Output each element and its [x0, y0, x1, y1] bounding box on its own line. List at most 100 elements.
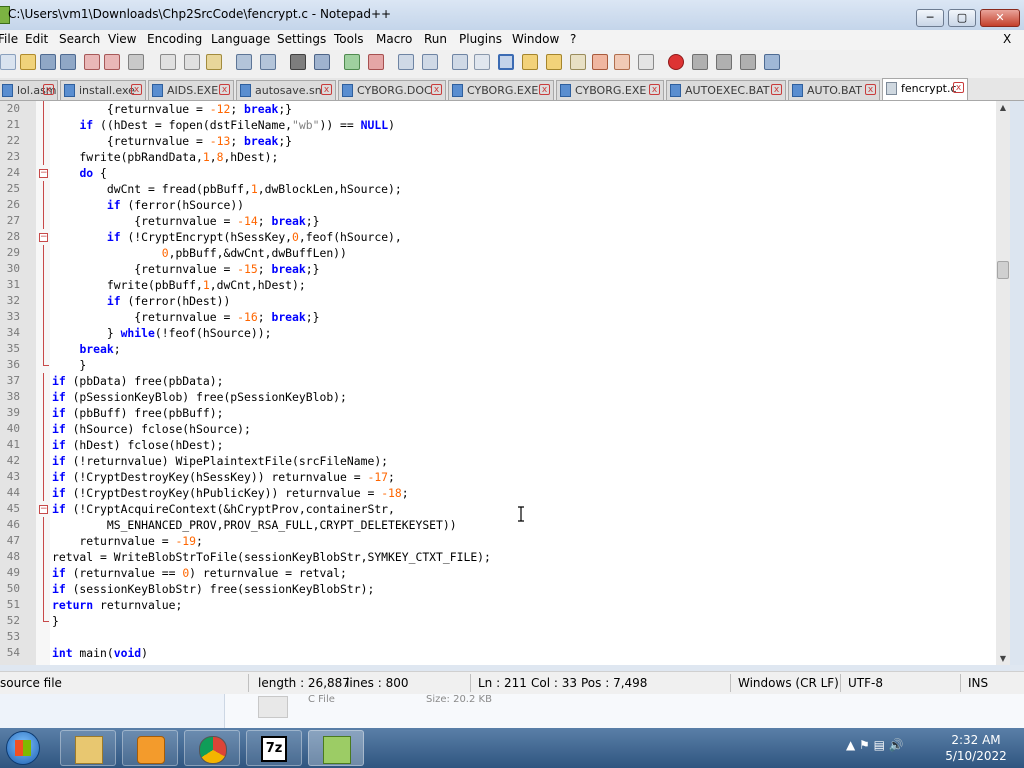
code-line[interactable]: 52}: [0, 613, 996, 629]
minimize-button[interactable]: ─: [916, 9, 944, 27]
code-line[interactable]: 29 0,pbBuff,&dwCnt,dwBuffLen)): [0, 245, 996, 261]
tab-close-icon[interactable]: x: [953, 82, 964, 93]
menu-settings[interactable]: Settings: [277, 32, 326, 46]
tab-lol-asm[interactable]: lol.asm x: [0, 80, 58, 100]
scroll-down-icon[interactable]: ▼: [996, 654, 1010, 663]
save-all-icon[interactable]: [60, 54, 76, 70]
close-button[interactable]: ✕: [980, 9, 1020, 27]
tab-close-icon[interactable]: x: [219, 84, 230, 95]
code-line[interactable]: 28 − if (!CryptEncrypt(hSessKey,0,feof(hS…: [0, 229, 996, 245]
menu-file[interactable]: File: [0, 32, 18, 46]
menu-view[interactable]: View: [108, 32, 136, 46]
taskbar-chrome[interactable]: [184, 730, 240, 766]
code-line[interactable]: 42 if (!returnvalue) WipePlaintextFile(sr…: [0, 453, 996, 469]
code-line[interactable]: 49 if (returnvalue == 0) returnvalue = re…: [0, 565, 996, 581]
system-tray[interactable]: ▲ ⚑ ▤ 🔊: [846, 738, 904, 752]
code-line[interactable]: 48 retval = WriteBlobStrToFile(sessionKey…: [0, 549, 996, 565]
taskbar-7zip[interactable]: 7z: [246, 730, 302, 766]
code-line[interactable]: 54 int main(void): [0, 645, 996, 661]
close-all-icon[interactable]: [104, 54, 120, 70]
redo-icon[interactable]: [260, 54, 276, 70]
code-line[interactable]: 47 returnvalue = -19;: [0, 533, 996, 549]
code-line[interactable]: 41 if (hDest) fclose(hDest);: [0, 437, 996, 453]
code-line[interactable]: 53: [0, 629, 996, 645]
code-line[interactable]: 23 fwrite(pbRandData,1,8,hDest);: [0, 149, 996, 165]
folder-icon[interactable]: [614, 54, 630, 70]
indent-guide-icon[interactable]: [498, 54, 514, 70]
print-icon[interactable]: [128, 54, 144, 70]
status-insert-mode[interactable]: INS: [968, 676, 988, 690]
find-icon[interactable]: [290, 54, 306, 70]
sync-horizontal-icon[interactable]: [422, 54, 438, 70]
close-document-button[interactable]: X: [1003, 32, 1011, 46]
tab-close-icon[interactable]: x: [865, 84, 876, 95]
taskbar-media-player[interactable]: [122, 730, 178, 766]
code-line[interactable]: 39 if (pbBuff) free(pbBuff);: [0, 405, 996, 421]
new-file-icon[interactable]: [0, 54, 16, 70]
save-icon[interactable]: [40, 54, 56, 70]
open-file-icon[interactable]: [20, 54, 36, 70]
paste-icon[interactable]: [206, 54, 222, 70]
tab-fencrypt-c[interactable]: fencrypt.c x: [882, 78, 968, 100]
show-hidden-icons-icon[interactable]: ▲: [846, 738, 855, 752]
menu-run[interactable]: Run: [424, 32, 447, 46]
scroll-up-icon[interactable]: ▲: [996, 103, 1010, 112]
code-line[interactable]: 44 if (!CryptDestroyKey(hPublicKey)) retu…: [0, 485, 996, 501]
start-button[interactable]: [6, 731, 40, 765]
tab-cyborg-exe-2[interactable]: CYBORG.EXE x: [556, 80, 664, 100]
zoom-out-icon[interactable]: [368, 54, 384, 70]
taskbar-notepadpp[interactable]: [308, 730, 364, 766]
code-line[interactable]: 46 MS_ENHANCED_PROV,PROV_RSA_FULL,CRYPT_…: [0, 517, 996, 533]
code-line[interactable]: 33 {returnvalue = -16; break;}: [0, 309, 996, 325]
close-file-icon[interactable]: [84, 54, 100, 70]
code-line[interactable]: 36 }: [0, 357, 996, 373]
code-line[interactable]: 31 fwrite(pbBuff,1,dwCnt,hDest);: [0, 277, 996, 293]
fold-toggle-icon[interactable]: −: [39, 505, 48, 514]
tab-close-icon[interactable]: x: [431, 84, 442, 95]
tab-install-exe[interactable]: install.exe x: [60, 80, 146, 100]
code-line[interactable]: 26 if (ferror(hSource)): [0, 197, 996, 213]
code-line[interactable]: 50 if (sessionKeyBlobStr) free(sessionKey…: [0, 581, 996, 597]
tab-autosave-sn[interactable]: autosave.sn x: [236, 80, 336, 100]
maximize-button[interactable]: ▢: [948, 9, 976, 27]
tab-close-icon[interactable]: x: [131, 84, 142, 95]
code-line[interactable]: 35 break;: [0, 341, 996, 357]
tab-close-icon[interactable]: x: [771, 84, 782, 95]
code-line[interactable]: 20 {returnvalue = -12; break;}: [0, 101, 996, 117]
document-map-icon[interactable]: [522, 54, 538, 70]
run-macro-multiple-icon[interactable]: [740, 54, 756, 70]
code-line[interactable]: 25 dwCnt = fread(pbBuff,1,dwBlockLen,hSo…: [0, 181, 996, 197]
tab-autoexec-bat[interactable]: AUTOEXEC.BAT x: [666, 80, 786, 100]
replace-icon[interactable]: [314, 54, 330, 70]
code-line[interactable]: 45 − if (!CryptAcquireContext(&hCryptProv,…: [0, 501, 996, 517]
menu-help[interactable]: ?: [570, 32, 576, 46]
show-all-characters-icon[interactable]: [474, 54, 490, 70]
tab-close-icon[interactable]: x: [539, 84, 550, 95]
undo-icon[interactable]: [236, 54, 252, 70]
title-bar[interactable]: C:\Users\vm1\Downloads\Chp2SrcCode\fencr…: [0, 0, 1024, 30]
code-line[interactable]: 40 if (hSource) fclose(hSource);: [0, 421, 996, 437]
record-macro-icon[interactable]: [668, 54, 684, 70]
tab-auto-bat[interactable]: AUTO.BAT x: [788, 80, 880, 100]
code-line[interactable]: 30 {returnvalue = -15; break;}: [0, 261, 996, 277]
code-line[interactable]: 37 if (pbData) free(pbData);: [0, 373, 996, 389]
play-macro-icon[interactable]: [716, 54, 732, 70]
sync-vertical-icon[interactable]: [398, 54, 414, 70]
fold-toggle-icon[interactable]: −: [39, 233, 48, 242]
tab-cyborg-doc[interactable]: CYBORG.DOC x: [338, 80, 446, 100]
code-line[interactable]: 34 } while(!feof(hSource));: [0, 325, 996, 341]
copy-icon[interactable]: [184, 54, 200, 70]
menu-window[interactable]: Window: [512, 32, 559, 46]
menu-language[interactable]: Language: [211, 32, 270, 46]
code-line[interactable]: 51 return returnvalue;: [0, 597, 996, 613]
menu-macro[interactable]: Macro: [376, 32, 412, 46]
word-wrap-icon[interactable]: [452, 54, 468, 70]
code-line[interactable]: 43 if (!CryptDestroyKey(hSessKey)) return…: [0, 469, 996, 485]
vertical-scrollbar[interactable]: ▲ ▼: [996, 101, 1010, 665]
menu-tools[interactable]: Tools: [334, 32, 364, 46]
status-encoding[interactable]: UTF-8: [848, 676, 883, 690]
menu-encoding[interactable]: Encoding: [147, 32, 202, 46]
menu-edit[interactable]: Edit: [25, 32, 48, 46]
code-line[interactable]: 22 {returnvalue = -13; break;}: [0, 133, 996, 149]
tab-close-icon[interactable]: x: [321, 84, 332, 95]
